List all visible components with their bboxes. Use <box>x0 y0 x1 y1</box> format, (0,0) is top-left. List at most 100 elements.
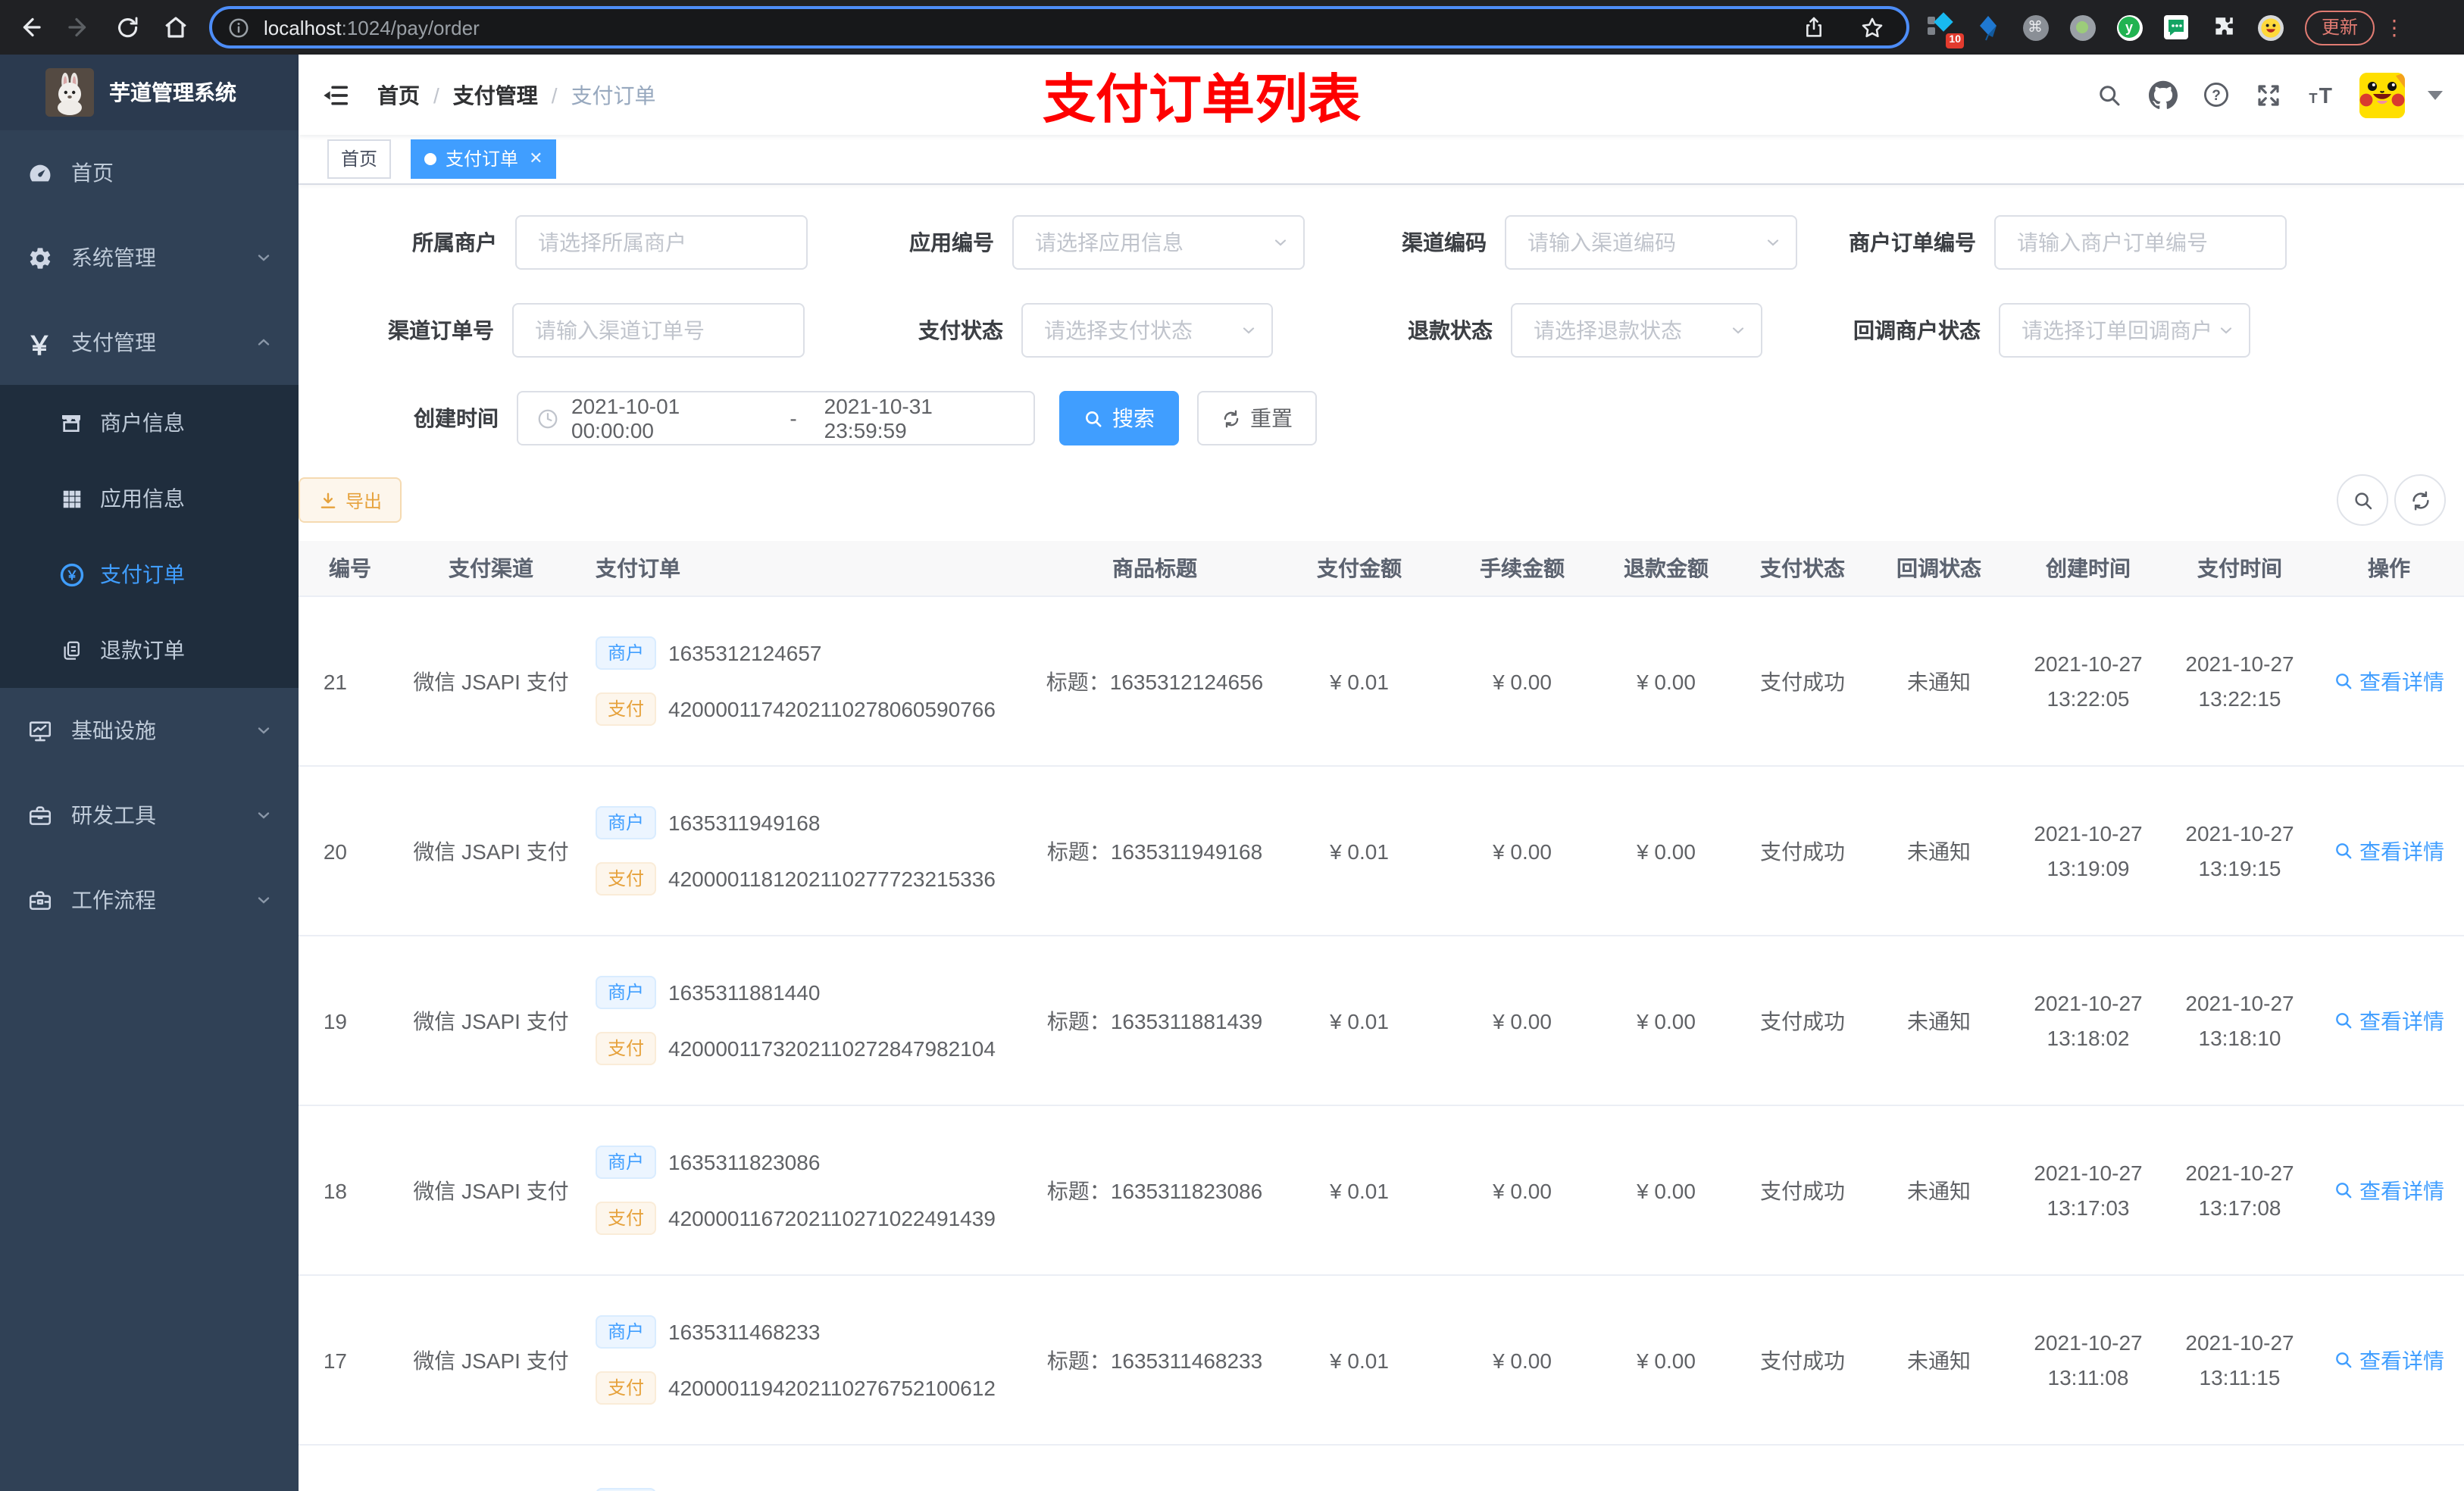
filter-row-2: 渠道订单号 支付状态 退款状态 回调商户状态 <box>299 303 2464 358</box>
toolbox-icon <box>26 887 53 913</box>
notify-status-select-input[interactable] <box>1999 303 2250 358</box>
share-icon[interactable] <box>1802 15 1826 39</box>
extension-kite-icon[interactable] <box>1975 14 2002 41</box>
refund-status-select-input[interactable] <box>1511 303 1762 358</box>
magnifier-icon <box>2334 671 2353 691</box>
extension-circle-dot-icon[interactable] <box>2068 14 2096 41</box>
col-id: 编号 <box>329 556 371 580</box>
cell-fee: ¥ 0.00 <box>1493 1008 1552 1033</box>
sidebar-item-app-info[interactable]: 应用信息 <box>0 461 299 536</box>
github-icon[interactable] <box>2147 80 2178 110</box>
view-detail-link[interactable]: 查看详情 <box>2314 1345 2464 1375</box>
browser-chrome: localhost:1024/pay/order 10 ⌘ y 更新 ⋮ <box>0 0 2464 55</box>
sidebar-collapse-icon[interactable] <box>320 78 353 111</box>
browser-forward-button[interactable] <box>61 9 97 45</box>
sidebar-item-refund-order[interactable]: 退款订单 <box>0 612 299 688</box>
app-title: 芋道管理系统 <box>109 80 236 105</box>
extension-y-icon[interactable]: y <box>2115 14 2143 41</box>
extension-emoji-icon[interactable] <box>2256 14 2284 41</box>
url-bar[interactable]: localhost:1024/pay/order <box>209 6 1909 48</box>
merchant-tag: 商户 <box>596 976 657 1009</box>
sidebar-item-payment[interactable]: ￥ 支付管理 <box>0 300 299 385</box>
table-row: 17 微信 JSAPI 支付 商户 1635311468233 支付 4200001… <box>299 1276 2464 1446</box>
sidebar-item-home[interactable]: 首页 <box>0 130 299 215</box>
clock-icon <box>536 407 559 430</box>
sidebar-item-system[interactable]: 系统管理 <box>0 215 299 300</box>
refresh-table-button[interactable] <box>2394 474 2446 526</box>
sidebar-item-label: 支付管理 <box>71 330 156 355</box>
reset-button[interactable]: 重置 <box>1197 391 1317 445</box>
merchant-select-input[interactable] <box>515 215 808 270</box>
view-detail-link[interactable]: 查看详情 <box>2314 666 2464 696</box>
cell-pay-order: 商户 1635312124657 支付 4200001174202110278060… <box>580 636 1041 726</box>
sidebar-item-pay-order[interactable]: ￥ 支付订单 <box>0 536 299 612</box>
chevron-down-icon <box>1271 233 1290 252</box>
date-range-picker[interactable]: 2021-10-01 00:00:00 - 2021-10-31 23:59:5… <box>517 391 1035 445</box>
breadcrumb: 首页 / 支付管理 / 支付订单 <box>377 80 656 110</box>
sidebar-item-merchant-info[interactable]: 商户信息 <box>0 385 299 461</box>
fullscreen-icon[interactable] <box>2253 80 2284 110</box>
download-icon <box>318 490 338 510</box>
cell-amount: ¥ 0.01 <box>1330 839 1389 863</box>
svg-text:?: ? <box>2211 88 2220 104</box>
search-icon[interactable] <box>2094 80 2125 110</box>
help-icon[interactable]: ? <box>2200 80 2231 110</box>
browser-back-button[interactable] <box>12 9 48 45</box>
avatar-caret-icon[interactable] <box>2428 90 2443 99</box>
extension-gem-icon[interactable]: 10 <box>1928 12 1964 48</box>
tag-home[interactable]: 首页 <box>327 139 392 179</box>
filter-label: 商户订单编号 <box>1849 230 1976 255</box>
chevron-down-icon <box>255 806 273 824</box>
close-icon[interactable]: ✕ <box>529 141 543 177</box>
font-size-icon[interactable]: TT <box>2306 80 2337 110</box>
sidebar-item-workflow[interactable]: 工作流程 <box>0 858 299 942</box>
show-search-button[interactable] <box>2337 474 2388 526</box>
view-detail-link[interactable]: 查看详情 <box>2314 836 2464 866</box>
view-detail-link[interactable]: 查看详情 <box>2314 1175 2464 1205</box>
title-value: 1635311823086 <box>1110 1178 1263 1202</box>
merchant-order-no-input[interactable] <box>1994 215 2287 270</box>
sidebar-item-infrastructure[interactable]: 基础设施 <box>0 688 299 773</box>
table-row: 18 微信 JSAPI 支付 商户 1635311823086 支付 4200001… <box>299 1106 2464 1276</box>
breadcrumb-pay-manage[interactable]: 支付管理 <box>453 80 538 110</box>
top-navbar: 首页 / 支付管理 / 支付订单 支付订单列表 ? T T <box>299 55 2464 135</box>
sidebar-logo-row[interactable]: 芋道管理系统 <box>0 55 299 130</box>
extension-chat-icon[interactable] <box>2162 14 2190 41</box>
avatar[interactable] <box>2359 72 2405 117</box>
tag-pay-order[interactable]: 支付订单 ✕ <box>411 139 557 179</box>
sidebar-item-dev-tools[interactable]: 研发工具 <box>0 773 299 858</box>
chevron-down-icon <box>255 891 273 909</box>
screen: localhost:1024/pay/order 10 ⌘ y 更新 ⋮ 芋道… <box>0 0 2464 1491</box>
cell-pay-order: 商户1635311251736 <box>580 1446 1041 1491</box>
sidebar-item-label: 退款订单 <box>100 638 185 662</box>
chevron-down-icon <box>1729 321 1747 339</box>
browser-update-button[interactable]: 更新 <box>2305 10 2375 45</box>
title-prefix: 标题： <box>1046 839 1111 863</box>
bookmark-star-icon[interactable] <box>1859 14 1885 40</box>
cell-title: 标题：1635311881439 <box>1041 1005 1268 1036</box>
browser-menu-icon[interactable]: ⋮ <box>2384 14 2405 40</box>
dashboard-icon <box>26 160 53 186</box>
extension-command-icon[interactable]: ⌘ <box>2022 14 2049 41</box>
export-button[interactable]: 导出 <box>299 477 402 523</box>
sidebar-item-label: 研发工具 <box>71 803 156 827</box>
briefcase-icon <box>26 802 53 828</box>
info-icon[interactable] <box>227 16 250 39</box>
view-detail-link[interactable]: 查看详情 <box>2314 1005 2464 1036</box>
breadcrumb-home[interactable]: 首页 <box>377 80 420 110</box>
page-content: 所属商户 应用编号 渠道编码 商户订单编号 <box>299 185 2464 1491</box>
channel-order-no-input[interactable] <box>512 303 805 358</box>
app-select-input[interactable] <box>1012 215 1305 270</box>
cell-channel: 微信 JSAPI 支付 <box>413 1008 569 1033</box>
cell-status: 支付成功 <box>1760 1348 1845 1372</box>
browser-reload-button[interactable] <box>109 9 145 45</box>
search-button[interactable]: 搜索 <box>1059 391 1179 445</box>
channel-code-select-input[interactable] <box>1505 215 1797 270</box>
pay-no: 4200001174202110278060590766 <box>668 697 996 721</box>
cell-created: 2021-10-27 13:17:03 <box>2034 1160 2143 1219</box>
browser-home-button[interactable] <box>158 9 194 45</box>
extension-puzzle-icon[interactable] <box>2209 14 2237 41</box>
pay-status-select-input[interactable] <box>1021 303 1273 358</box>
filter-label: 支付状态 <box>918 318 1003 342</box>
sidebar-item-label: 首页 <box>71 161 114 185</box>
